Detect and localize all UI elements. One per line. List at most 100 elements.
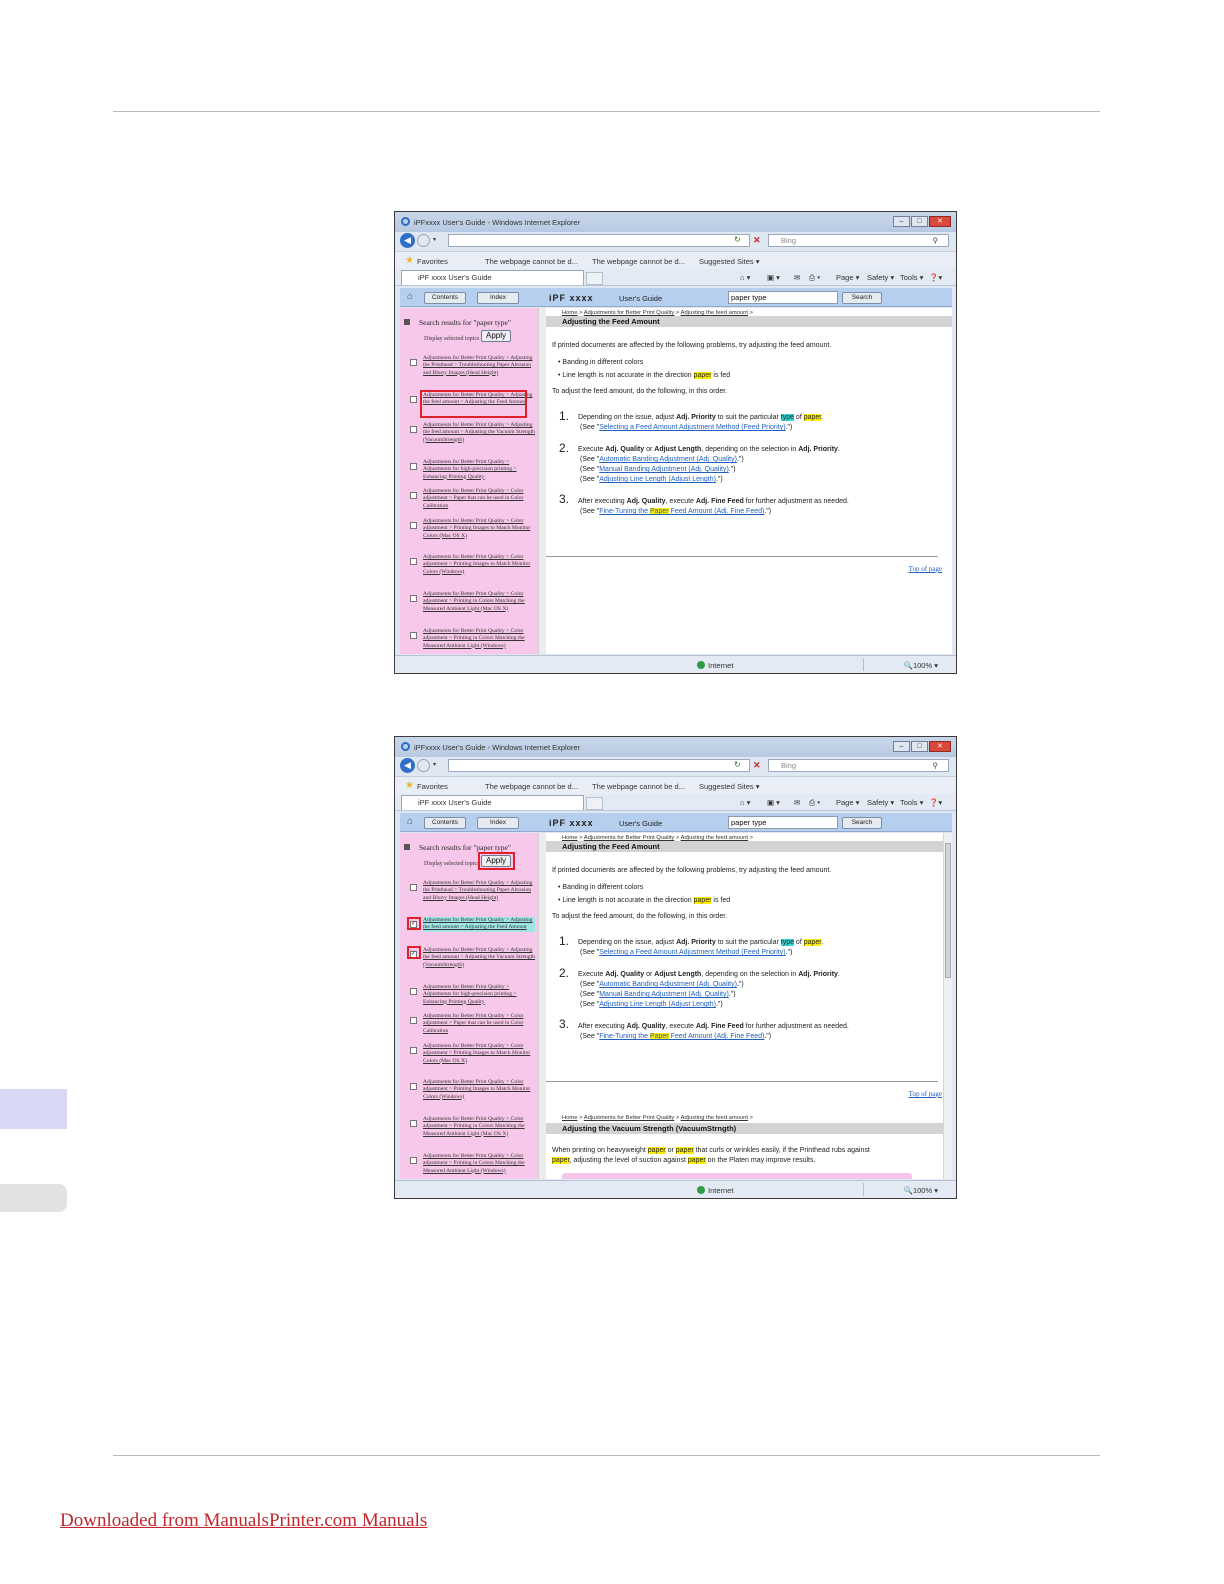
see-link[interactable]: Automatic Banding Adjustment (Adj. Quali… — [599, 456, 737, 463]
browser-tab[interactable]: iPF xxxx User's Guide — [401, 795, 584, 810]
search-box[interactable]: Bing ⚲ — [768, 759, 949, 772]
history-dropdown-icon[interactable]: ▾ — [433, 236, 436, 243]
forward-arrow-icon[interactable] — [417, 759, 430, 772]
result-link[interactable]: Adjustments for Better Print Quality > A… — [423, 947, 535, 969]
feeds-icon[interactable]: ▣ ▾ — [767, 798, 780, 807]
suggested-sites[interactable]: Suggested Sites ▾ — [699, 782, 759, 791]
result-link[interactable]: Adjustments for Better Print Quality > C… — [423, 518, 535, 540]
see-link[interactable]: Adjusting Line Length (Adjust Length) — [599, 1001, 716, 1008]
close-button[interactable]: ✕ — [929, 216, 951, 227]
result-link[interactable]: Adjustments for Better Print Quality > A… — [423, 459, 535, 481]
result-item[interactable]: Adjustments for Better Print Quality > C… — [404, 628, 536, 654]
result-link[interactable]: Adjustments for Better Print Quality > C… — [423, 1013, 535, 1035]
result-item[interactable]: Adjustments for Better Print Quality > A… — [404, 880, 536, 910]
index-button[interactable]: Index — [477, 817, 519, 829]
help-icon[interactable]: ❓▾ — [929, 273, 942, 282]
crumb-home[interactable]: Home — [562, 1115, 577, 1121]
result-checkbox[interactable] — [410, 988, 417, 995]
result-item[interactable]: ✓ Adjustments for Better Print Quality > … — [404, 947, 536, 977]
new-tab-button[interactable] — [586, 797, 603, 810]
footer-download-link[interactable]: Downloaded from ManualsPrinter.com Manua… — [60, 1510, 427, 1532]
help-search-input[interactable]: paper type — [728, 816, 838, 829]
minimize-button[interactable]: – — [893, 216, 910, 227]
pane-splitter[interactable] — [538, 308, 546, 654]
result-link[interactable]: Adjustments for Better Print Quality > C… — [423, 488, 535, 510]
tools-menu[interactable]: Tools ▾ — [900, 273, 923, 282]
safety-menu[interactable]: Safety ▾ — [867, 798, 894, 807]
fav-link-2[interactable]: The webpage cannot be d... — [592, 782, 685, 791]
home-icon[interactable]: ⌂ ▾ — [740, 273, 750, 282]
result-item[interactable]: Adjustments for Better Print Quality > C… — [404, 554, 536, 584]
maximize-button[interactable]: □ — [911, 216, 928, 227]
fav-link-1[interactable]: The webpage cannot be d... — [485, 782, 578, 791]
see-link[interactable]: Automatic Banding Adjustment (Adj. Quali… — [599, 981, 737, 988]
mail-icon[interactable]: ✉ — [794, 798, 800, 807]
see-link[interactable]: Selecting a Feed Amount Adjustment Metho… — [599, 949, 785, 956]
result-link[interactable]: Adjustments for Better Print Quality > C… — [423, 1079, 535, 1101]
favorites-star-icon[interactable]: ★ — [405, 780, 414, 791]
stop-icon[interactable]: ✕ — [753, 760, 761, 771]
print-icon[interactable]: ⎙ ▾ — [809, 798, 820, 808]
result-checkbox[interactable] — [410, 558, 417, 565]
top-of-page-link[interactable]: Top of page — [909, 565, 942, 573]
back-arrow-icon[interactable]: ◀ — [400, 758, 415, 773]
favorites-button[interactable]: Favorites — [417, 257, 448, 266]
result-checkbox[interactable] — [410, 492, 417, 499]
zoom-control[interactable]: 🔍100% ▾ — [904, 661, 938, 670]
result-checkbox[interactable] — [410, 463, 417, 470]
pane-splitter[interactable] — [538, 833, 546, 1179]
see-link[interactable]: Selecting a Feed Amount Adjustment Metho… — [599, 424, 785, 431]
see-link[interactable]: Manual Banding Adjustment (Adj. Quality) — [599, 991, 729, 998]
history-dropdown-icon[interactable]: ▾ — [433, 761, 436, 768]
suggested-sites[interactable]: Suggested Sites ▾ — [699, 257, 759, 266]
result-checkbox[interactable] — [410, 426, 417, 433]
result-checkbox[interactable] — [410, 884, 417, 891]
search-icon[interactable]: ⚲ — [933, 235, 939, 246]
result-link[interactable]: Adjustments for Better Print Quality > A… — [423, 422, 535, 444]
scroll-thumb[interactable] — [945, 843, 951, 978]
feeds-icon[interactable]: ▣ ▾ — [767, 273, 780, 282]
result-link[interactable]: Adjustments for Better Print Quality > C… — [423, 1153, 535, 1175]
apply-button[interactable]: Apply — [481, 330, 511, 342]
see-link[interactable]: Fine-Tuning the Paper Feed Amount (Adj. … — [599, 1033, 764, 1040]
result-item[interactable]: Adjustments for Better Print Quality > C… — [404, 518, 536, 548]
home-pin-icon[interactable]: ⌂ — [407, 816, 413, 827]
result-link[interactable]: Adjustments for Better Print Quality > A… — [423, 984, 535, 1006]
result-item[interactable]: Adjustments for Better Print Quality > C… — [404, 1153, 536, 1179]
collapse-icon[interactable] — [404, 844, 410, 850]
result-item[interactable]: Adjustments for Better Print Quality > A… — [404, 422, 536, 452]
result-checkbox[interactable] — [410, 522, 417, 529]
minimize-button[interactable]: – — [893, 741, 910, 752]
search-box[interactable]: Bing ⚲ — [768, 234, 949, 247]
result-checkbox[interactable] — [410, 1047, 417, 1054]
result-checkbox[interactable] — [410, 359, 417, 366]
help-search-button[interactable]: Search — [842, 817, 882, 829]
result-item[interactable]: Adjustments for Better Print Quality > C… — [404, 1013, 536, 1037]
result-item[interactable]: Adjustments for Better Print Quality > A… — [404, 355, 536, 385]
result-link[interactable]: Adjustments for Better Print Quality > C… — [423, 591, 535, 613]
result-link[interactable]: Adjustments for Better Print Quality > C… — [423, 554, 535, 576]
see-link[interactable]: Manual Banding Adjustment (Adj. Quality) — [599, 466, 729, 473]
result-link[interactable]: Adjustments for Better Print Quality > A… — [423, 917, 535, 932]
result-link[interactable]: Adjustments for Better Print Quality > A… — [423, 880, 535, 902]
result-item[interactable]: Adjustments for Better Print Quality > C… — [404, 488, 536, 512]
help-search-button[interactable]: Search — [842, 292, 882, 304]
contents-button[interactable]: Contents — [424, 817, 466, 829]
result-item[interactable]: ✓ Adjustments for Better Print Quality > … — [404, 917, 536, 941]
result-link[interactable]: Adjustments for Better Print Quality > A… — [423, 355, 535, 377]
result-checkbox[interactable] — [410, 1120, 417, 1127]
maximize-button[interactable]: □ — [911, 741, 928, 752]
content-scrollbar[interactable] — [943, 833, 952, 1179]
refresh-icon[interactable]: ↻ — [734, 760, 741, 769]
result-item[interactable]: Adjustments for Better Print Quality > C… — [404, 1043, 536, 1073]
home-pin-icon[interactable]: ⌂ — [407, 291, 413, 302]
page-menu[interactable]: Page ▾ — [836, 273, 859, 282]
back-arrow-icon[interactable]: ◀ — [400, 233, 415, 248]
result-checkbox[interactable] — [410, 595, 417, 602]
see-link[interactable]: Adjusting Line Length (Adjust Length) — [599, 476, 716, 483]
home-icon[interactable]: ⌂ ▾ — [740, 798, 750, 807]
result-item[interactable]: Adjustments for Better Print Quality > A… — [404, 984, 536, 1008]
browser-tab[interactable]: iPF xxxx User's Guide — [401, 270, 584, 285]
forward-arrow-icon[interactable] — [417, 234, 430, 247]
help-search-input[interactable]: paper type — [728, 291, 838, 304]
